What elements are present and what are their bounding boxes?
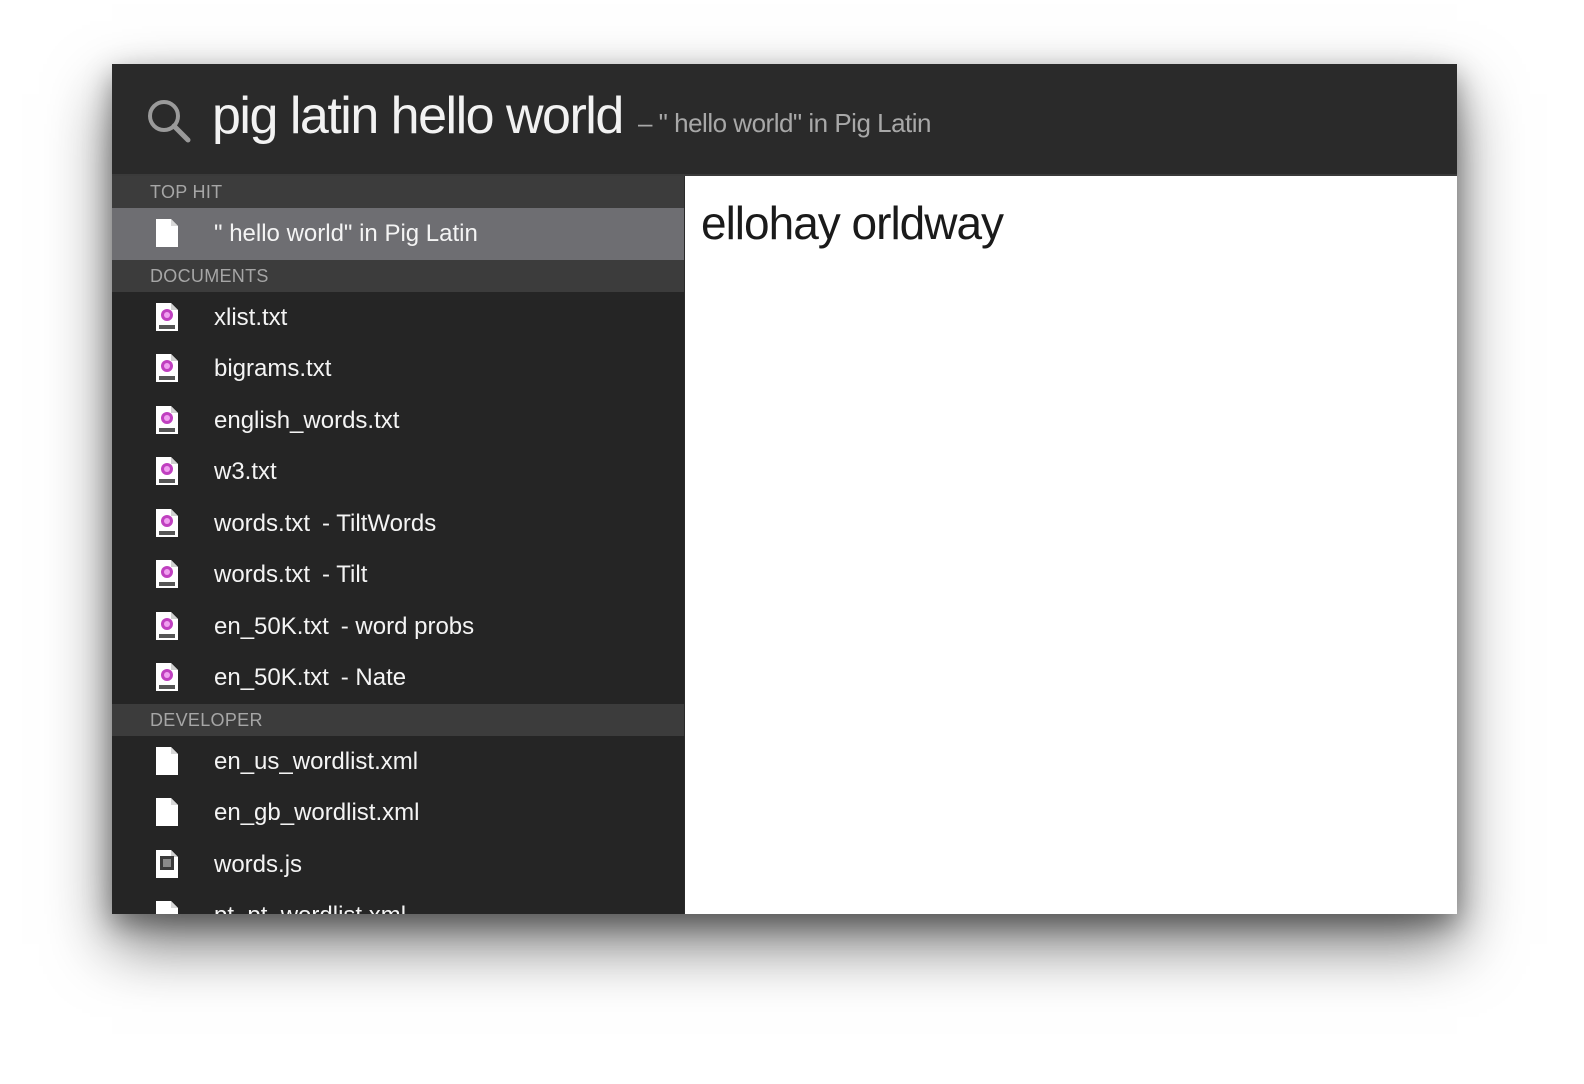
document-icon bbox=[155, 218, 179, 248]
result-item[interactable]: en_us_wordlist.xml bbox=[112, 736, 684, 788]
document-icon bbox=[155, 797, 179, 827]
text-file-icon bbox=[155, 611, 179, 641]
result-label: " hello world" in Pig Latin bbox=[214, 220, 478, 247]
result-item[interactable]: xlist.txt bbox=[112, 292, 684, 344]
section-header-developer: DEVELOPER bbox=[112, 703, 684, 736]
result-label: words.js bbox=[214, 850, 303, 878]
text-file-icon bbox=[155, 662, 179, 692]
result-sublabel: - TiltWords bbox=[322, 509, 437, 537]
pig-latin-result: ellohay orldway bbox=[701, 197, 1004, 249]
document-icon bbox=[155, 746, 179, 776]
result-sublabel: - Tilt bbox=[322, 561, 368, 588]
search-completion-hint: – " hello world" in Pig Latin bbox=[638, 108, 932, 138]
result-label: pt_pt_wordlist.xml bbox=[214, 902, 406, 914]
result-item[interactable]: en_50K.txt - Nate bbox=[112, 652, 684, 704]
result-sublabel: - Nate bbox=[340, 664, 407, 691]
spotlight-window: pig latin hello world – " hello world" i… bbox=[112, 64, 1457, 914]
result-label: en_gb_wordlist.xml bbox=[214, 799, 420, 826]
result-item[interactable]: words.txt - TiltWords bbox=[112, 498, 684, 550]
result-label: xlist.txt bbox=[214, 303, 288, 331]
result-item[interactable]: " hello world" in Pig Latin bbox=[112, 208, 684, 260]
result-item[interactable]: pt_pt_wordlist.xml bbox=[112, 890, 684, 914]
results-list: TOP HIT " hello world" in Pig Latin DOCU… bbox=[112, 176, 684, 914]
text-file-icon bbox=[155, 353, 179, 383]
search-bar[interactable]: pig latin hello world – " hello world" i… bbox=[112, 64, 1457, 176]
text-file-icon bbox=[155, 456, 179, 486]
result-item[interactable]: en_50K.txt - word probs bbox=[112, 601, 684, 653]
text-file-icon bbox=[155, 559, 179, 589]
result-item[interactable]: bigrams.txt bbox=[112, 343, 684, 395]
text-file-icon bbox=[155, 405, 179, 435]
result-item[interactable]: words.js bbox=[112, 839, 684, 891]
preview-pane: ellohay orldway bbox=[685, 176, 1457, 914]
result-item[interactable]: w3.txt bbox=[112, 446, 684, 498]
result-item[interactable]: english_words.txt bbox=[112, 395, 684, 447]
result-item[interactable]: words.txt - Tilt bbox=[112, 549, 684, 601]
result-label: english_words.txt bbox=[214, 406, 400, 434]
search-icon bbox=[148, 100, 191, 143]
section-header-top-hit: TOP HIT bbox=[112, 176, 684, 208]
text-file-icon bbox=[155, 302, 179, 332]
result-label: w3.txt bbox=[214, 458, 277, 485]
result-sublabel: - word probs bbox=[340, 612, 475, 640]
section-header-documents: DOCUMENTS bbox=[112, 259, 684, 292]
search-input[interactable]: pig latin hello world bbox=[212, 86, 624, 146]
text-file-icon bbox=[155, 508, 179, 538]
document-icon bbox=[155, 900, 179, 914]
result-label: en_us_wordlist.xml bbox=[214, 747, 419, 775]
js-file-icon bbox=[155, 849, 179, 879]
result-label: words.txt bbox=[214, 509, 311, 537]
result-item[interactable]: en_gb_wordlist.xml bbox=[112, 787, 684, 839]
result-label: words.txt bbox=[214, 561, 311, 588]
result-label: bigrams.txt bbox=[214, 355, 332, 382]
result-label: en_50K.txt bbox=[214, 612, 329, 640]
result-label: en_50K.txt bbox=[214, 664, 329, 691]
